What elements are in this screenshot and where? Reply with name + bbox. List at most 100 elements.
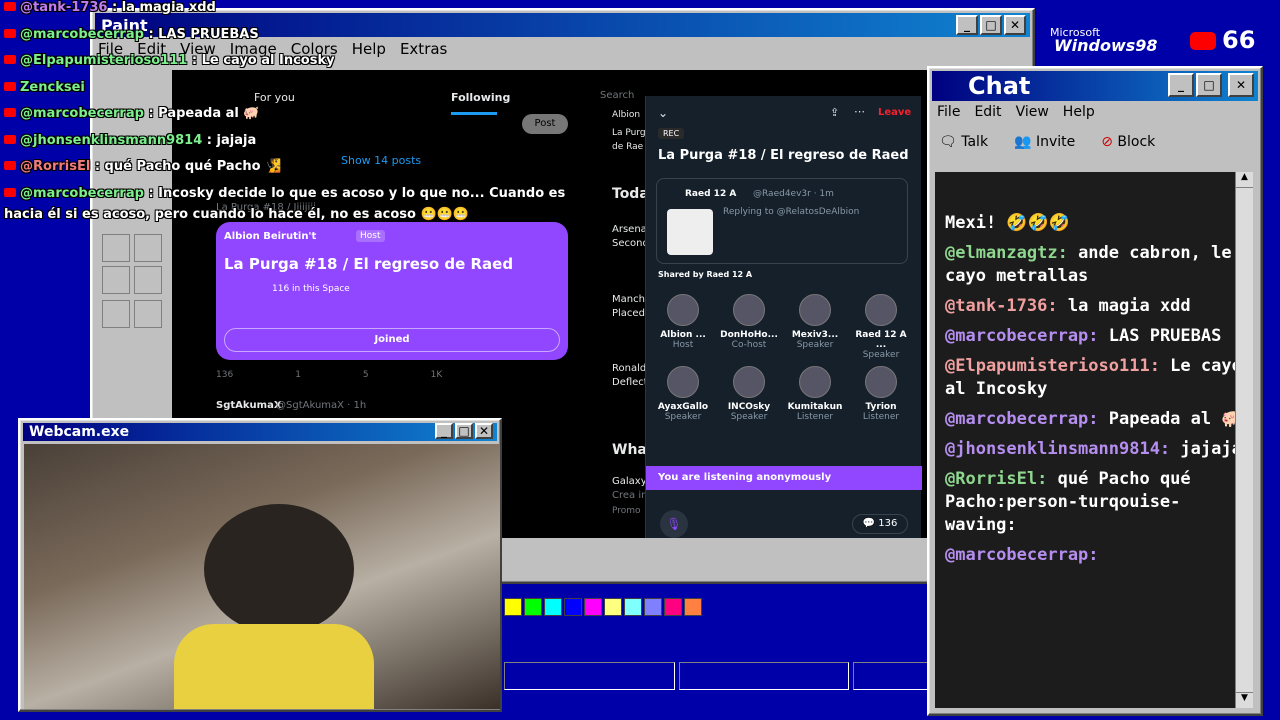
talk-button[interactable]: 🗨 Talk — [939, 134, 988, 150]
retweet-count[interactable]: 1 — [295, 370, 301, 380]
like-count[interactable]: 5 — [363, 370, 369, 380]
polygon-tool[interactable] — [134, 266, 162, 294]
more-icon[interactable]: ⋯ — [854, 105, 865, 118]
speaker-item[interactable]: INCOsky Speaker — [718, 366, 780, 422]
speaker-role: Speaker — [862, 350, 900, 360]
chat-username[interactable]: @marcobecerrap: — [945, 545, 1099, 565]
chat-window: Chat _ □ ✕ File Edit View Help 🗨 Talk 👥 In… — [927, 66, 1263, 716]
menu-extras[interactable]: Extras — [400, 40, 447, 58]
speaker-role: Listener — [862, 412, 900, 422]
block-button[interactable]: ⊘ Block — [1101, 134, 1155, 150]
chat-text: jajaja — [1170, 439, 1242, 459]
search-input[interactable]: Search — [600, 90, 634, 101]
ellipse-tool[interactable] — [102, 300, 130, 328]
maximize-button[interactable]: □ — [1196, 73, 1222, 97]
reply-count-button[interactable]: 💬 136 — [852, 514, 908, 534]
youtube-icon — [4, 161, 16, 170]
space-reply-count: 136 — [878, 518, 898, 529]
speaker-name: Mexiv3... — [791, 330, 839, 340]
speaker-name: Tyrion — [865, 402, 897, 412]
chat-menu-edit[interactable]: Edit — [974, 104, 1001, 120]
side-deflect[interactable]: Deflect — [612, 377, 648, 388]
speaker-item[interactable]: Tyrion Listener — [850, 366, 912, 422]
tab-for-you[interactable]: For you — [254, 91, 295, 104]
side-ronaldo[interactable]: Ronald — [612, 363, 646, 374]
palette-swatch[interactable] — [664, 598, 682, 616]
minimize-button[interactable]: _ — [1168, 73, 1194, 97]
chat-menu-view[interactable]: View — [1016, 104, 1049, 120]
speaker-item[interactable]: AyaxGallo Speaker — [652, 366, 714, 422]
palette-swatch[interactable] — [684, 598, 702, 616]
chat-menu-file[interactable]: File — [937, 104, 960, 120]
palette-swatch[interactable] — [524, 598, 542, 616]
maximize-button[interactable]: □ — [455, 423, 473, 439]
post-button[interactable]: Post — [522, 114, 568, 134]
youtube-icon — [1190, 32, 1216, 50]
scroll-down-button[interactable]: ▼ — [1236, 692, 1253, 708]
speaker-name: DonHoHo... — [720, 330, 778, 340]
microphone-icon[interactable]: 🎙 — [660, 510, 688, 538]
side-albion: Albion — [612, 110, 641, 120]
curve-tool[interactable] — [134, 234, 162, 262]
webcam-titlebar[interactable]: Webcam.exe _ □ ✕ — [23, 423, 497, 441]
palette-swatch[interactable] — [564, 598, 582, 616]
maximize-button[interactable]: □ — [980, 15, 1002, 35]
space-panel-title: La Purga #18 / El regreso de Raed — [658, 148, 909, 163]
invite-button[interactable]: 👥 Invite — [1014, 134, 1075, 150]
palette-swatch[interactable] — [504, 598, 522, 616]
overlay-message: Zencksei — [4, 80, 85, 95]
scroll-up-button[interactable]: ▲ — [1236, 172, 1253, 188]
chat-menu-help[interactable]: Help — [1063, 104, 1095, 120]
next-tweet-user[interactable]: SgtAkumaX — [216, 400, 282, 411]
speaker-item[interactable]: Albion ... Host — [652, 294, 714, 350]
palette-swatch[interactable] — [604, 598, 622, 616]
chat-message: @marcobecerrap: LAS PRUEBAS — [945, 325, 1243, 348]
chat-username[interactable]: @RorrisEl: — [945, 469, 1047, 489]
reply-count[interactable]: 136 — [216, 370, 233, 380]
palette-swatch[interactable] — [584, 598, 602, 616]
speaker-name: AyaxGallo — [657, 402, 709, 412]
show-posts-link[interactable]: Show 14 posts — [341, 154, 421, 167]
palette-swatch[interactable] — [644, 598, 662, 616]
palette-swatch[interactable] — [624, 598, 642, 616]
chat-username[interactable]: @Elpapumisterioso111: — [945, 356, 1160, 376]
share-icon[interactable]: ⇪ — [830, 106, 839, 119]
speaker-item[interactable]: Mexiv3... Speaker — [784, 294, 846, 350]
minimize-button[interactable]: _ — [956, 15, 978, 35]
chat-titlebar[interactable]: Chat _ □ ✕ — [932, 71, 1258, 101]
rectangle-tool[interactable] — [102, 266, 130, 294]
block-label: Block — [1117, 134, 1156, 150]
speaker-item[interactable]: Raed 12 A ... Speaker — [850, 294, 912, 360]
avatar — [799, 366, 831, 398]
speaker-item[interactable]: Kumitakun Listener — [784, 366, 846, 422]
leave-button[interactable]: Leave — [878, 107, 911, 118]
close-button[interactable]: ✕ — [1004, 15, 1026, 35]
view-count[interactable]: 1K — [431, 370, 443, 380]
menu-help[interactable]: Help — [352, 40, 386, 58]
close-button[interactable]: ✕ — [1228, 73, 1254, 97]
chat-username[interactable]: @tank-1736: — [945, 296, 1058, 316]
close-button[interactable]: ✕ — [475, 423, 493, 439]
side-galaxy[interactable]: Galaxy — [612, 476, 647, 487]
chevron-down-icon[interactable]: ⌄ — [658, 106, 668, 120]
overlay-message: @jhonsenklinsmann9814 : jajaja — [4, 133, 256, 148]
chat-username[interactable]: @elmanzagtz: — [945, 243, 1068, 263]
rounded-rect-tool[interactable] — [134, 300, 162, 328]
scrollbar[interactable]: ▲ ▼ — [1235, 172, 1253, 708]
speaker-item[interactable]: DonHoHo... Co-host — [718, 294, 780, 350]
shared-post[interactable]: Raed 12 A @Raed4ev3r · 1m Replying to @R… — [656, 178, 908, 264]
youtube-icon — [4, 134, 16, 144]
chat-username[interactable]: @marcobecerrap: — [945, 409, 1099, 429]
side-arsenal[interactable]: Arsena — [612, 224, 647, 235]
palette-swatch[interactable] — [544, 598, 562, 616]
side-placed[interactable]: Placed — [612, 308, 645, 319]
line-tool[interactable] — [102, 234, 130, 262]
tab-following[interactable]: Following — [451, 91, 510, 104]
chat-username[interactable]: @marcobecerrap: — [945, 326, 1099, 346]
minimize-button[interactable]: _ — [435, 423, 453, 439]
space-card[interactable]: Albion Beirutin't Host La Purga #18 / El… — [216, 222, 568, 360]
chat-username[interactable]: @jhonsenklinsmann9814: — [945, 439, 1170, 459]
side-second[interactable]: Second — [612, 238, 649, 249]
talk-icon: 🗨 — [939, 134, 957, 150]
joined-button[interactable]: Joined — [224, 328, 560, 352]
